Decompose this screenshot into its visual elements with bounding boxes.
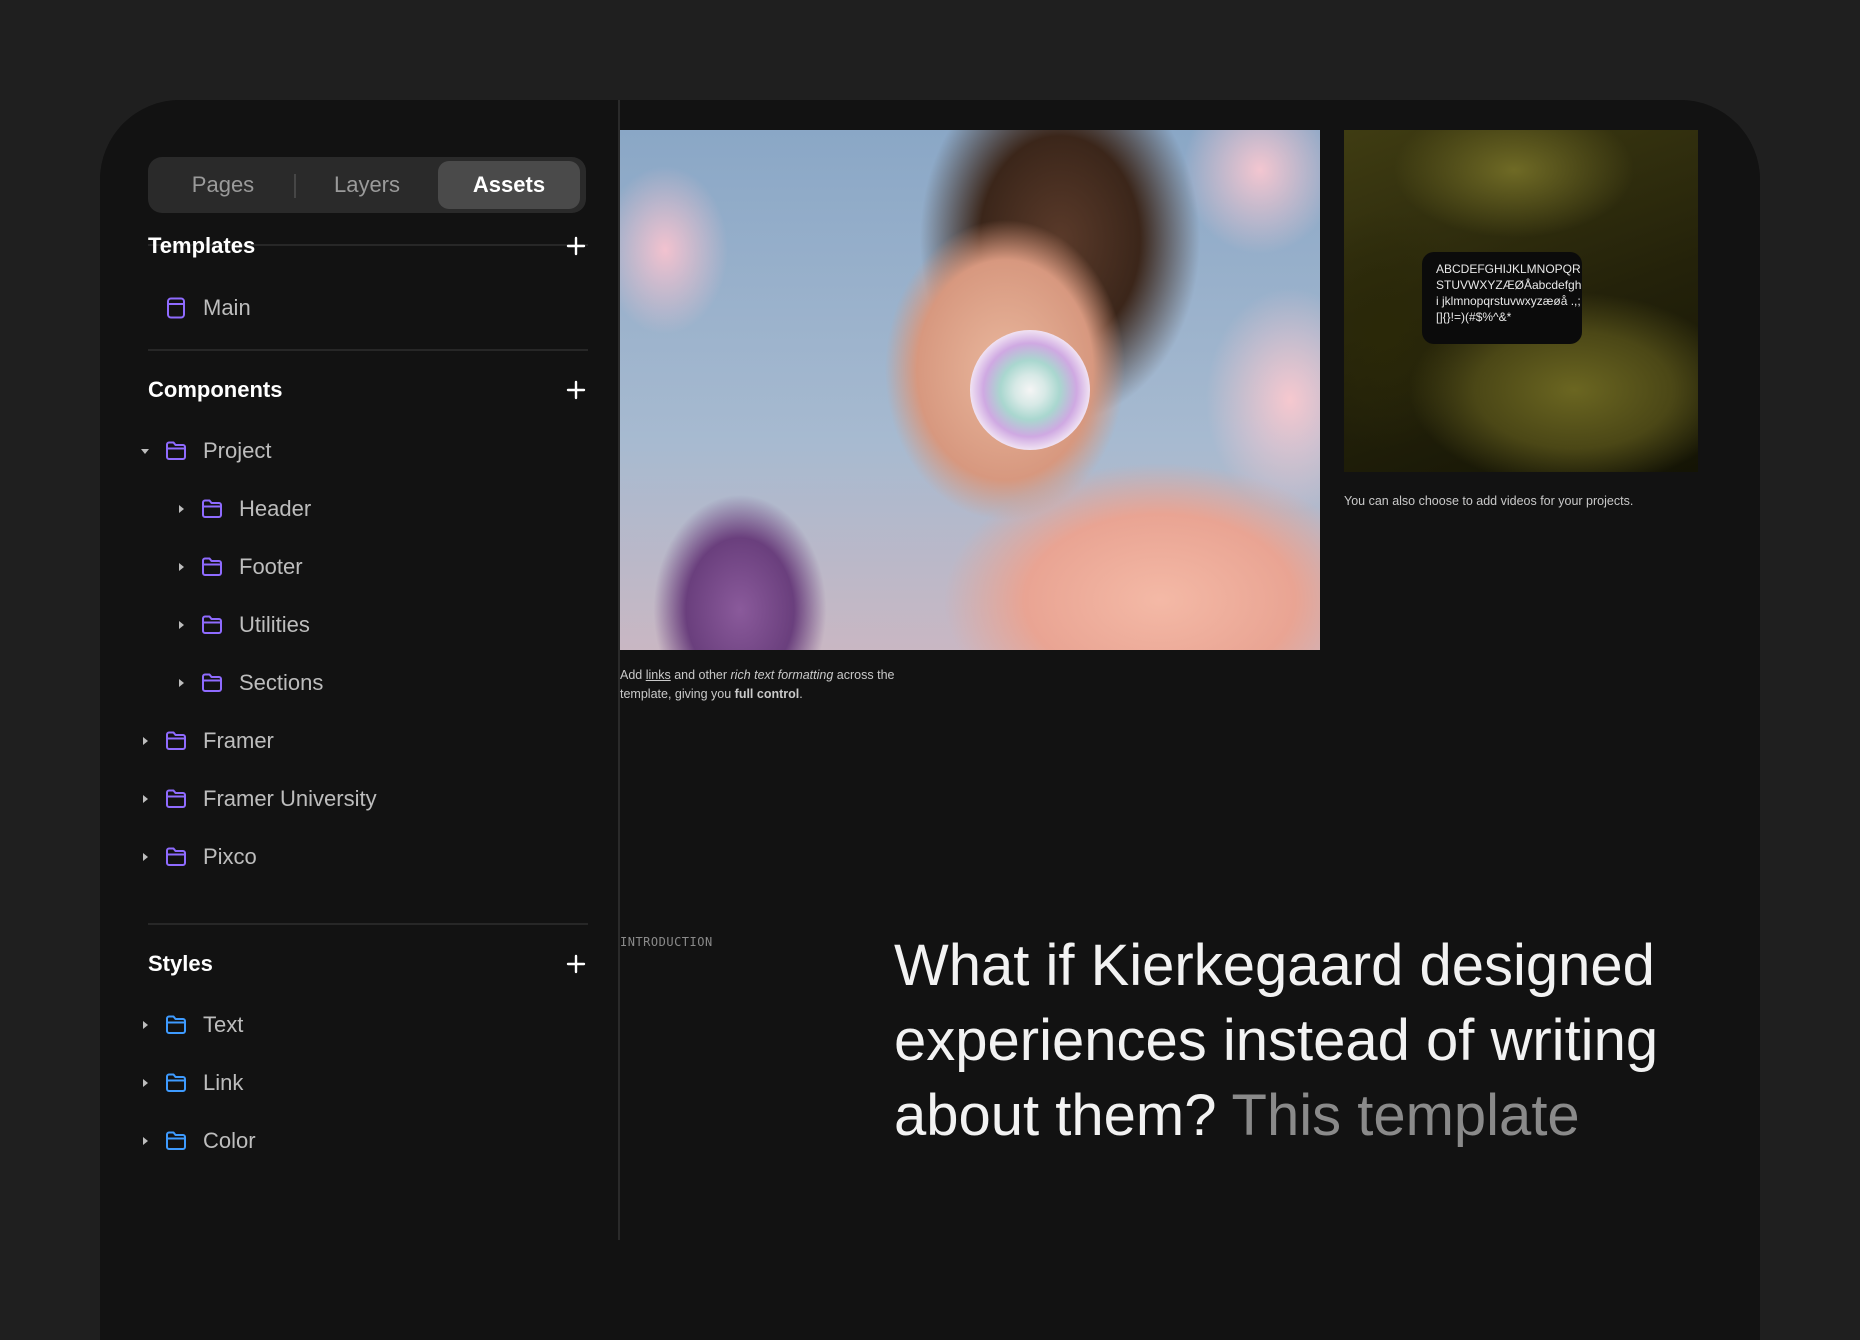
folder-label: Framer [203,728,274,753]
component-folder-framer[interactable]: Framer [100,721,600,761]
folder-label: Pixco [203,844,257,869]
flower-earring-graphic [970,330,1090,450]
template-item-main[interactable]: Main [100,288,600,328]
folder-label: Project [203,438,272,463]
chevron-right-icon[interactable] [173,489,189,529]
add-component-button[interactable] [564,378,588,402]
folder-icon [164,730,188,752]
folder-label: Utilities [239,612,310,637]
component-folder-header[interactable]: Header [100,489,600,529]
folder-label: Header [239,496,312,521]
chevron-right-icon[interactable] [137,1005,153,1045]
chevron-right-icon[interactable] [173,547,189,587]
folder-icon [164,1014,188,1036]
folder-icon [164,788,188,810]
style-folder-color[interactable]: Color [100,1121,600,1161]
style-folder-text[interactable]: Text [100,1005,600,1045]
add-template-button[interactable] [564,234,588,258]
folder-label: Framer University [203,786,377,811]
assets-sidebar: Pages Layers Assets Templates Main Compo… [100,100,620,1240]
component-folder-framer-university[interactable]: Framer University [100,779,600,819]
style-folder-link[interactable]: Link [100,1063,600,1103]
folder-label: Link [203,1070,244,1095]
chevron-right-icon[interactable] [173,663,189,703]
rich-text-caption: Add links and other rich text formatting… [620,668,895,701]
component-folder-project[interactable]: Project [100,431,600,471]
plus-icon [566,954,586,974]
hero-headline: What if Kierkegaard designed experiences… [894,933,1659,1148]
intro-label: INTRODUCTION [620,935,713,949]
portrait-image[interactable] [620,130,1320,650]
chevron-right-icon[interactable] [137,721,153,761]
tab-layers[interactable]: Layers [298,161,436,209]
folder-icon [164,1130,188,1152]
app-window: Pages Layers Assets Templates Main Compo… [100,100,1760,1340]
folder-label: Footer [239,554,303,579]
chevron-right-icon[interactable] [137,1121,153,1161]
component-folder-sections[interactable]: Sections [100,663,600,703]
folder-icon [164,440,188,462]
video-caption: You can also choose to add videos for yo… [1344,494,1634,508]
plus-icon [566,380,586,400]
component-folder-utilities[interactable]: Utilities [100,605,600,645]
folder-icon [200,498,224,520]
folder-label: Text [203,1012,244,1037]
folder-label: Sections [239,670,324,695]
glyph-sample-card: ABCDEFGHIJKLMNOPQR STUVWXYZÆØÅabcdefghi … [1422,252,1582,344]
tab-pages[interactable]: Pages [154,161,292,209]
component-folder-footer[interactable]: Footer [100,547,600,587]
panel-tabs: Pages Layers Assets [148,157,586,213]
canvas-preview[interactable]: Add links and other rich text formatting… [620,100,1760,1240]
components-heading: Components [148,377,283,402]
chevron-right-icon[interactable] [137,779,153,819]
chevron-right-icon[interactable] [173,605,189,645]
template-item-label: Main [203,295,251,320]
folder-icon [200,614,224,636]
tab-assets[interactable]: Assets [438,161,580,209]
caption-link[interactable]: links [646,668,671,682]
video-thumbnail[interactable]: ABCDEFGHIJKLMNOPQR STUVWXYZÆØÅabcdefghi … [1344,130,1698,472]
styles-heading: Styles [148,951,213,976]
folder-icon [164,846,188,868]
plus-icon [566,236,586,256]
divider [148,923,588,925]
folder-icon [200,556,224,578]
folder-label: Color [203,1128,256,1153]
component-folder-pixco[interactable]: Pixco [100,837,600,877]
headline-muted-text: This template [1231,1083,1580,1148]
page-icon [164,297,188,319]
add-style-button[interactable] [564,952,588,976]
tab-separator [294,174,296,198]
folder-icon [164,1072,188,1094]
chevron-right-icon[interactable] [137,837,153,877]
chevron-right-icon[interactable] [137,1063,153,1103]
templates-heading: Templates [148,233,256,258]
divider [148,349,588,351]
folder-icon [200,672,224,694]
chevron-down-icon[interactable] [137,431,153,471]
